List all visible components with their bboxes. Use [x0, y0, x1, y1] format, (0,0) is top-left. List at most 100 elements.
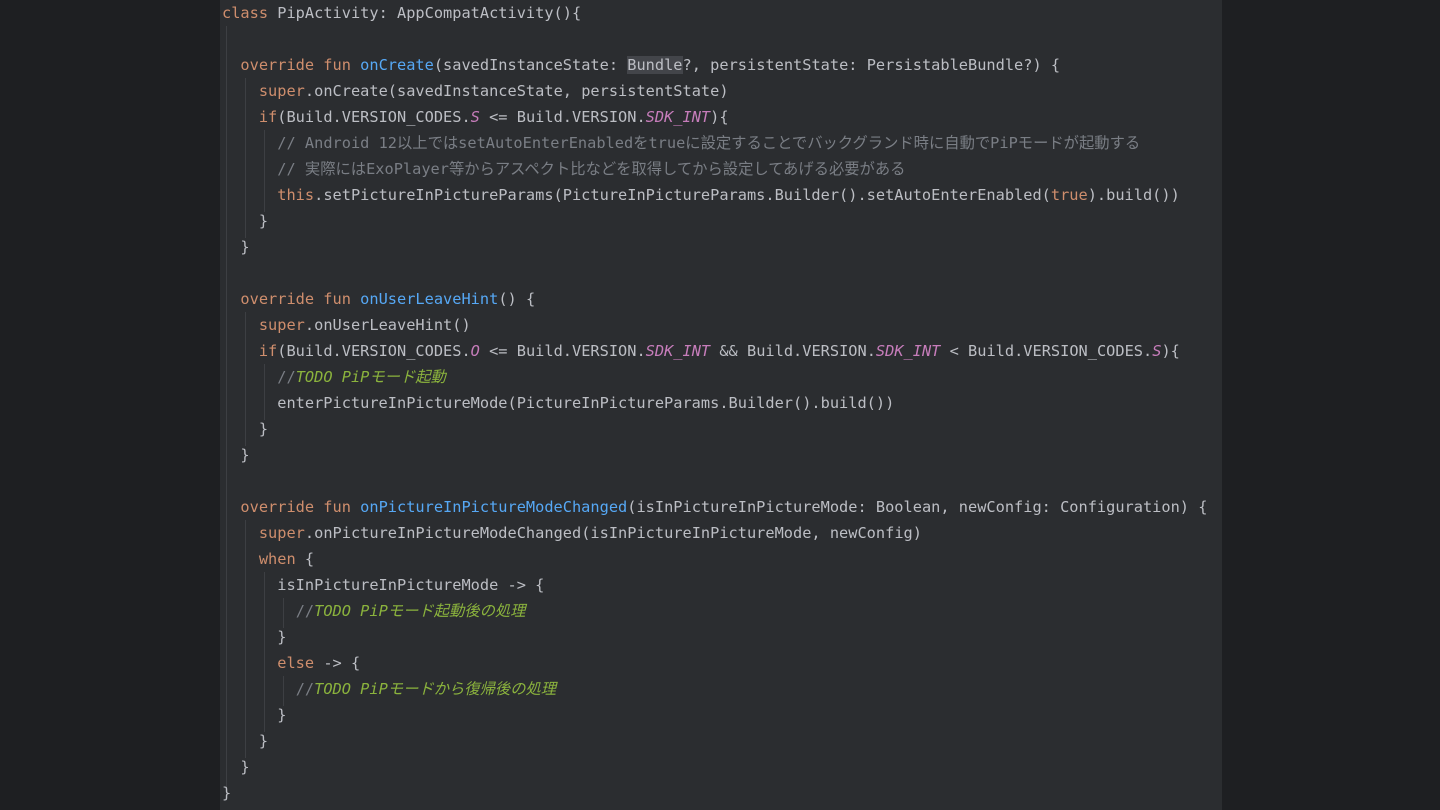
code-line[interactable]: override fun onPictureInPictureModeChang… [222, 494, 1207, 520]
code-text-token: (isInPictureInPictureMode: Boolean, newC… [627, 498, 1208, 516]
code-line[interactable]: // 実際にはExoPlayer等からアスペクト比などを取得してから設定してあげ… [222, 156, 1207, 182]
code-line[interactable]: } [222, 416, 1207, 442]
code-text-token: } [222, 706, 287, 724]
code-text-token: ){ [710, 108, 729, 126]
highlighted-token: Bundle [627, 56, 683, 74]
code-text-token: .onCreate(savedInstanceState, persistent… [304, 82, 729, 100]
source-code[interactable]: class PipActivity: AppCompatActivity(){ … [222, 0, 1207, 806]
keyword-token: override fun [240, 290, 361, 308]
constant-token: O [470, 342, 480, 360]
code-text-token: < Build.VERSION_CODES. [940, 342, 1153, 360]
code-line[interactable]: this.setPictureInPictureParams(PictureIn… [222, 182, 1207, 208]
function-name-token: onCreate [360, 56, 434, 74]
code-line[interactable]: super.onCreate(savedInstanceState, persi… [222, 78, 1207, 104]
function-name-token: onUserLeaveHint [360, 290, 499, 308]
code-line[interactable]: override fun onUserLeaveHint() { [222, 286, 1207, 312]
code-text-token: -> { [314, 654, 361, 672]
code-text-token: } [222, 212, 269, 230]
code-line[interactable]: class PipActivity: AppCompatActivity(){ [222, 0, 1207, 26]
keyword-token: true [1050, 186, 1088, 204]
code-text-token: ){ [1161, 342, 1180, 360]
keyword-token: override fun [240, 498, 361, 516]
code-line[interactable]: } [222, 754, 1207, 780]
todo-token: TODO PiPモードから復帰後の処理 [314, 680, 557, 698]
code-line[interactable] [222, 468, 1207, 494]
code-text-token: (Build.VERSION_CODES. [277, 108, 471, 126]
code-text-token: <= Build.VERSION. [479, 342, 646, 360]
code-line[interactable]: isInPictureInPictureMode -> { [222, 572, 1207, 598]
keyword-token: if [258, 108, 278, 126]
code-line[interactable]: } [222, 208, 1207, 234]
code-text-token: () { [498, 290, 536, 308]
code-text-token: isInPictureInPictureMode -> { [222, 576, 545, 594]
keyword-token: this [277, 186, 315, 204]
code-text-token: } [222, 784, 232, 802]
keyword-token: class [222, 4, 278, 22]
code-line[interactable]: //TODO PiPモード起動後の処理 [222, 598, 1207, 624]
code-line[interactable]: } [222, 624, 1207, 650]
code-line[interactable]: when { [222, 546, 1207, 572]
code-line[interactable]: super.onUserLeaveHint() [222, 312, 1207, 338]
code-text-token: } [222, 732, 269, 750]
code-text-token: <= Build.VERSION. [479, 108, 646, 126]
keyword-token: if [258, 342, 278, 360]
code-text-token: { [295, 550, 315, 568]
code-line[interactable]: else -> { [222, 650, 1207, 676]
code-line[interactable]: } [222, 442, 1207, 468]
code-text-token: ?, persistentState: PersistableBundle?) … [682, 56, 1061, 74]
code-line[interactable]: // Android 12以上ではsetAutoEnterEnabledをtru… [222, 130, 1207, 156]
keyword-token: super [258, 316, 305, 334]
code-text-token: } [222, 238, 250, 256]
code-line[interactable]: if(Build.VERSION_CODES.S <= Build.VERSIO… [222, 104, 1207, 130]
todo-token: TODO PiPモード起動後の処理 [314, 602, 526, 620]
keyword-token: else [277, 654, 315, 672]
constant-token: S [470, 108, 480, 126]
code-line[interactable]: } [222, 702, 1207, 728]
code-line[interactable] [222, 26, 1207, 52]
constant-token: SDK_INT [645, 108, 711, 126]
code-text-token: && Build.VERSION. [710, 342, 876, 360]
code-line[interactable]: super.onPictureInPictureModeChanged(isIn… [222, 520, 1207, 546]
comment-token: // [295, 680, 315, 698]
screen: class PipActivity: AppCompatActivity(){ … [0, 0, 1440, 810]
code-line[interactable]: } [222, 728, 1207, 754]
code-line[interactable]: } [222, 780, 1207, 806]
comment-token: // 実際にはExoPlayer等からアスペクト比などを取得してから設定してあげ… [277, 160, 906, 178]
code-line[interactable]: //TODO PiPモード起動 [222, 364, 1207, 390]
code-line[interactable]: if(Build.VERSION_CODES.O <= Build.VERSIO… [222, 338, 1207, 364]
code-text-token: } [222, 420, 269, 438]
keyword-token: when [258, 550, 296, 568]
code-line[interactable]: //TODO PiPモードから復帰後の処理 [222, 676, 1207, 702]
comment-token: // Android 12以上ではsetAutoEnterEnabledをtru… [277, 134, 1141, 152]
code-line[interactable]: enterPictureInPictureMode(PictureInPictu… [222, 390, 1207, 416]
keyword-token: override fun [240, 56, 361, 74]
code-text-token: .setPictureInPictureParams(PictureInPict… [314, 186, 1051, 204]
code-text-token: .onUserLeaveHint() [304, 316, 471, 334]
keyword-token: super [258, 82, 305, 100]
code-text-token: } [222, 758, 250, 776]
code-text-token: } [222, 628, 287, 646]
code-line[interactable] [222, 260, 1207, 286]
code-text-token: (savedInstanceState: [433, 56, 628, 74]
code-line[interactable]: override fun onCreate(savedInstanceState… [222, 52, 1207, 78]
code-text-token: .onPictureInPictureModeChanged(isInPictu… [304, 524, 922, 542]
code-line[interactable]: } [222, 234, 1207, 260]
constant-token: SDK_INT [645, 342, 711, 360]
constant-token: SDK_INT [875, 342, 941, 360]
